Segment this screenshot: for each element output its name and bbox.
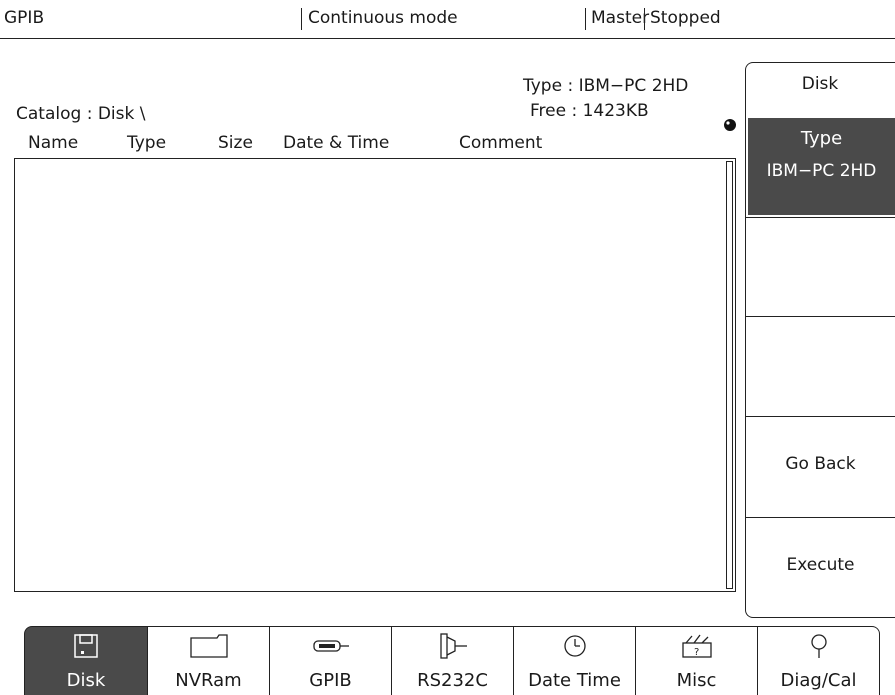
- floppy-disk-icon: [25, 633, 147, 659]
- execute-label: Execute: [786, 555, 855, 575]
- go-back-label: Go Back: [785, 454, 856, 474]
- probe-icon: [758, 633, 879, 659]
- disk-free-info: Free : 1423KB: [530, 101, 649, 121]
- column-header-type[interactable]: Type: [127, 133, 166, 153]
- softkey-panel: Disk Type IBM−PC 2HD Go Back Execute: [745, 62, 895, 618]
- disk-activity-indicator-icon: [724, 119, 736, 131]
- tab-gpib[interactable]: GPIB: [269, 626, 391, 695]
- tab-date-time[interactable]: Date Time: [513, 626, 635, 695]
- run-state-status: Stopped: [650, 8, 721, 28]
- go-back-softkey[interactable]: Go Back: [745, 417, 895, 517]
- column-header-name[interactable]: Name: [28, 133, 78, 153]
- interface-status: GPIB: [4, 8, 45, 28]
- folder-icon: [148, 633, 269, 659]
- softkey-blank-2[interactable]: [745, 317, 895, 416]
- clock-icon: [514, 633, 635, 659]
- tab-bar: Disk NVRam GPIB RS232C Date Time ? Misc: [24, 626, 880, 695]
- tab-misc[interactable]: ? Misc: [635, 626, 757, 695]
- tab-diag-cal[interactable]: Diag/Cal: [757, 626, 880, 695]
- tab-nvram-label: NVRam: [175, 670, 242, 691]
- disk-type-info: Type : IBM−PC 2HD: [523, 76, 689, 96]
- execute-softkey[interactable]: Execute: [745, 518, 895, 588]
- column-header-date-time[interactable]: Date & Time: [283, 133, 389, 153]
- status-divider: [585, 8, 586, 30]
- tab-misc-label: Misc: [676, 670, 717, 691]
- tab-diag-cal-label: Diag/Cal: [780, 670, 857, 691]
- serial-connector-icon: [392, 633, 513, 659]
- tab-rs232c-label: RS232C: [417, 670, 488, 691]
- column-header-comment[interactable]: Comment: [459, 133, 542, 153]
- tab-disk-label: Disk: [66, 670, 106, 691]
- status-divider: [644, 8, 645, 30]
- tab-nvram[interactable]: NVRam: [147, 626, 269, 695]
- softkey-frame: [745, 115, 895, 218]
- tab-date-time-label: Date Time: [528, 670, 621, 691]
- file-list[interactable]: [14, 158, 736, 592]
- column-header-size[interactable]: Size: [218, 133, 253, 153]
- softkey-blank-1[interactable]: [745, 218, 895, 316]
- gpib-connector-icon: [270, 633, 391, 659]
- toolbox-icon: ?: [636, 633, 757, 659]
- file-list-scrollbar[interactable]: [726, 161, 733, 589]
- softkey-title: Disk: [801, 74, 839, 94]
- role-status: Master: [591, 8, 650, 28]
- status-divider: [301, 8, 302, 30]
- tab-rs232c[interactable]: RS232C: [391, 626, 513, 695]
- svg-text:?: ?: [694, 647, 699, 658]
- tab-disk[interactable]: Disk: [24, 626, 147, 695]
- tab-gpib-label: GPIB: [309, 670, 352, 691]
- catalog-path: Catalog : Disk \: [16, 104, 146, 124]
- status-bar-underline: [0, 38, 895, 39]
- mode-status: Continuous mode: [308, 8, 458, 28]
- softkey-bottom-frame: [745, 588, 895, 618]
